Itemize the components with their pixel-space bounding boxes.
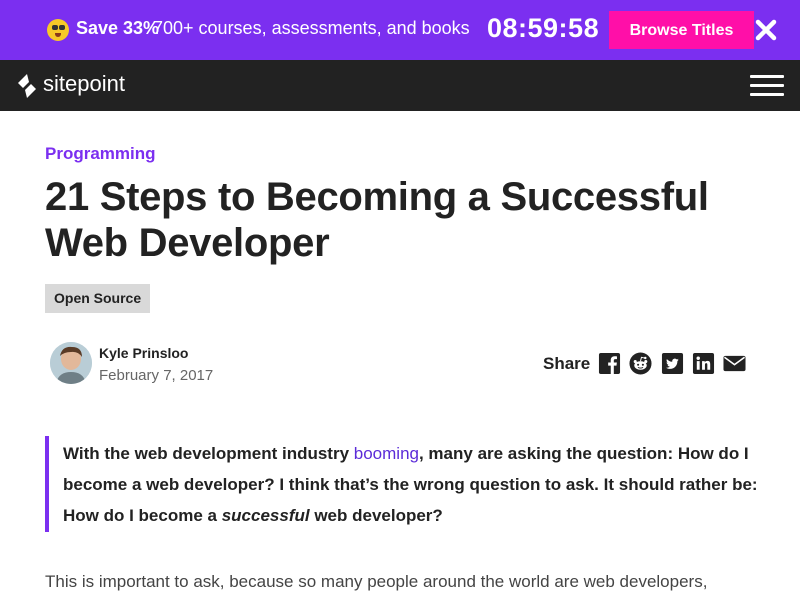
close-icon[interactable] [754,18,778,42]
avatar-image [50,342,92,384]
sitepoint-logo-icon [18,74,36,98]
countdown-timer: 08:59:58 [487,13,600,43]
article-title: 21 Steps to Becoming a Successful Web De… [45,175,709,265]
promo-banner: Save 33% 700+ courses, assessments, and … [0,0,800,60]
share-label: Share [543,354,591,373]
sitepoint-logo[interactable]: sitepoint [16,71,136,99]
astonished-face-icon [47,19,69,41]
logo-text: sitepoint [43,71,125,96]
tag-open-source[interactable]: Open Source [45,284,151,313]
menu-icon[interactable] [750,75,784,97]
browse-titles-button[interactable]: Browse Titles [609,11,754,49]
article-lead: With the web development industry boomin… [45,436,759,532]
author-avatar[interactable] [50,342,92,384]
reddit-icon[interactable] [629,352,652,375]
promo-discount: Save 33% [76,18,160,38]
linkedin-icon[interactable] [692,352,715,375]
publish-date: February 7, 2017 [99,367,214,384]
lead-paragraph: With the web development industry boomin… [63,444,758,525]
author-name[interactable]: Kyle Prinsloo [99,345,188,361]
emphasis-successful: successful [221,506,310,525]
body-paragraph: This is important to ask, because so man… [45,572,708,591]
facebook-icon[interactable] [598,352,621,375]
twitter-icon[interactable] [661,352,684,375]
email-icon[interactable] [723,352,746,375]
promo-description: 700+ courses, assessments, and books [153,18,470,38]
category-link[interactable]: Programming [45,144,156,164]
booming-link[interactable]: booming [354,444,419,463]
